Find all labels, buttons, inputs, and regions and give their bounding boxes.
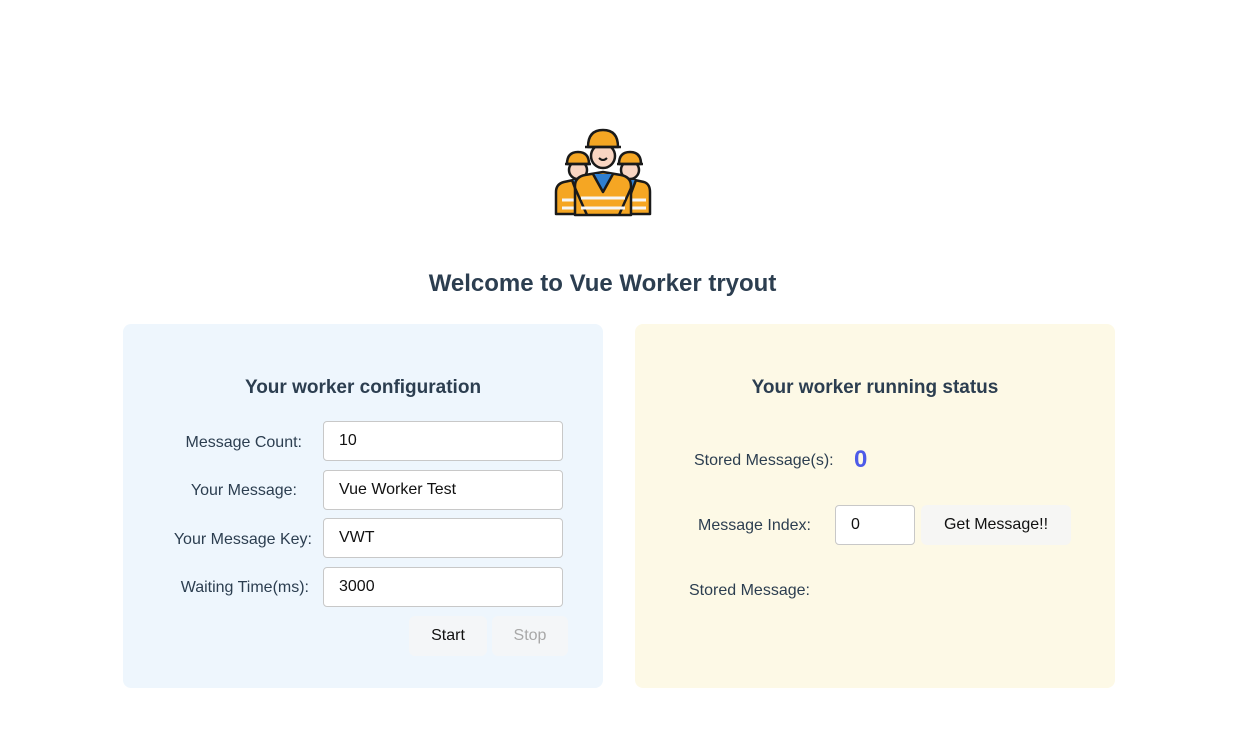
construction-workers-icon [554,128,652,217]
worker-config-panel: Your worker configuration Message Count:… [123,324,603,688]
status-heading: Your worker running status [751,377,999,398]
your-message-label: Your Message: [190,482,297,499]
stop-button[interactable]: Stop [492,616,568,656]
message-count-input[interactable] [323,421,563,461]
message-key-input[interactable] [323,518,563,558]
config-heading: Your worker configuration [244,377,482,398]
page-title: Welcome to Vue Worker tryout [428,270,777,297]
start-button[interactable]: Start [409,616,487,656]
get-message-button[interactable]: Get Message!! [921,505,1071,545]
waiting-time-input[interactable] [323,567,563,607]
stored-messages-label: Stored Message(s): [694,452,834,469]
stored-message-label: Stored Message: [689,582,810,599]
waiting-time-label: Waiting Time(ms): [180,579,309,596]
stored-message-count: 0 [854,446,868,473]
message-index-input[interactable] [835,505,915,545]
worker-status-panel: Your worker running status Stored Messag… [635,324,1115,688]
message-key-label: Your Message Key: [173,531,312,548]
message-count-label: Message Count: [185,434,302,451]
message-index-label: Message Index: [698,517,811,534]
your-message-input[interactable] [323,470,563,510]
